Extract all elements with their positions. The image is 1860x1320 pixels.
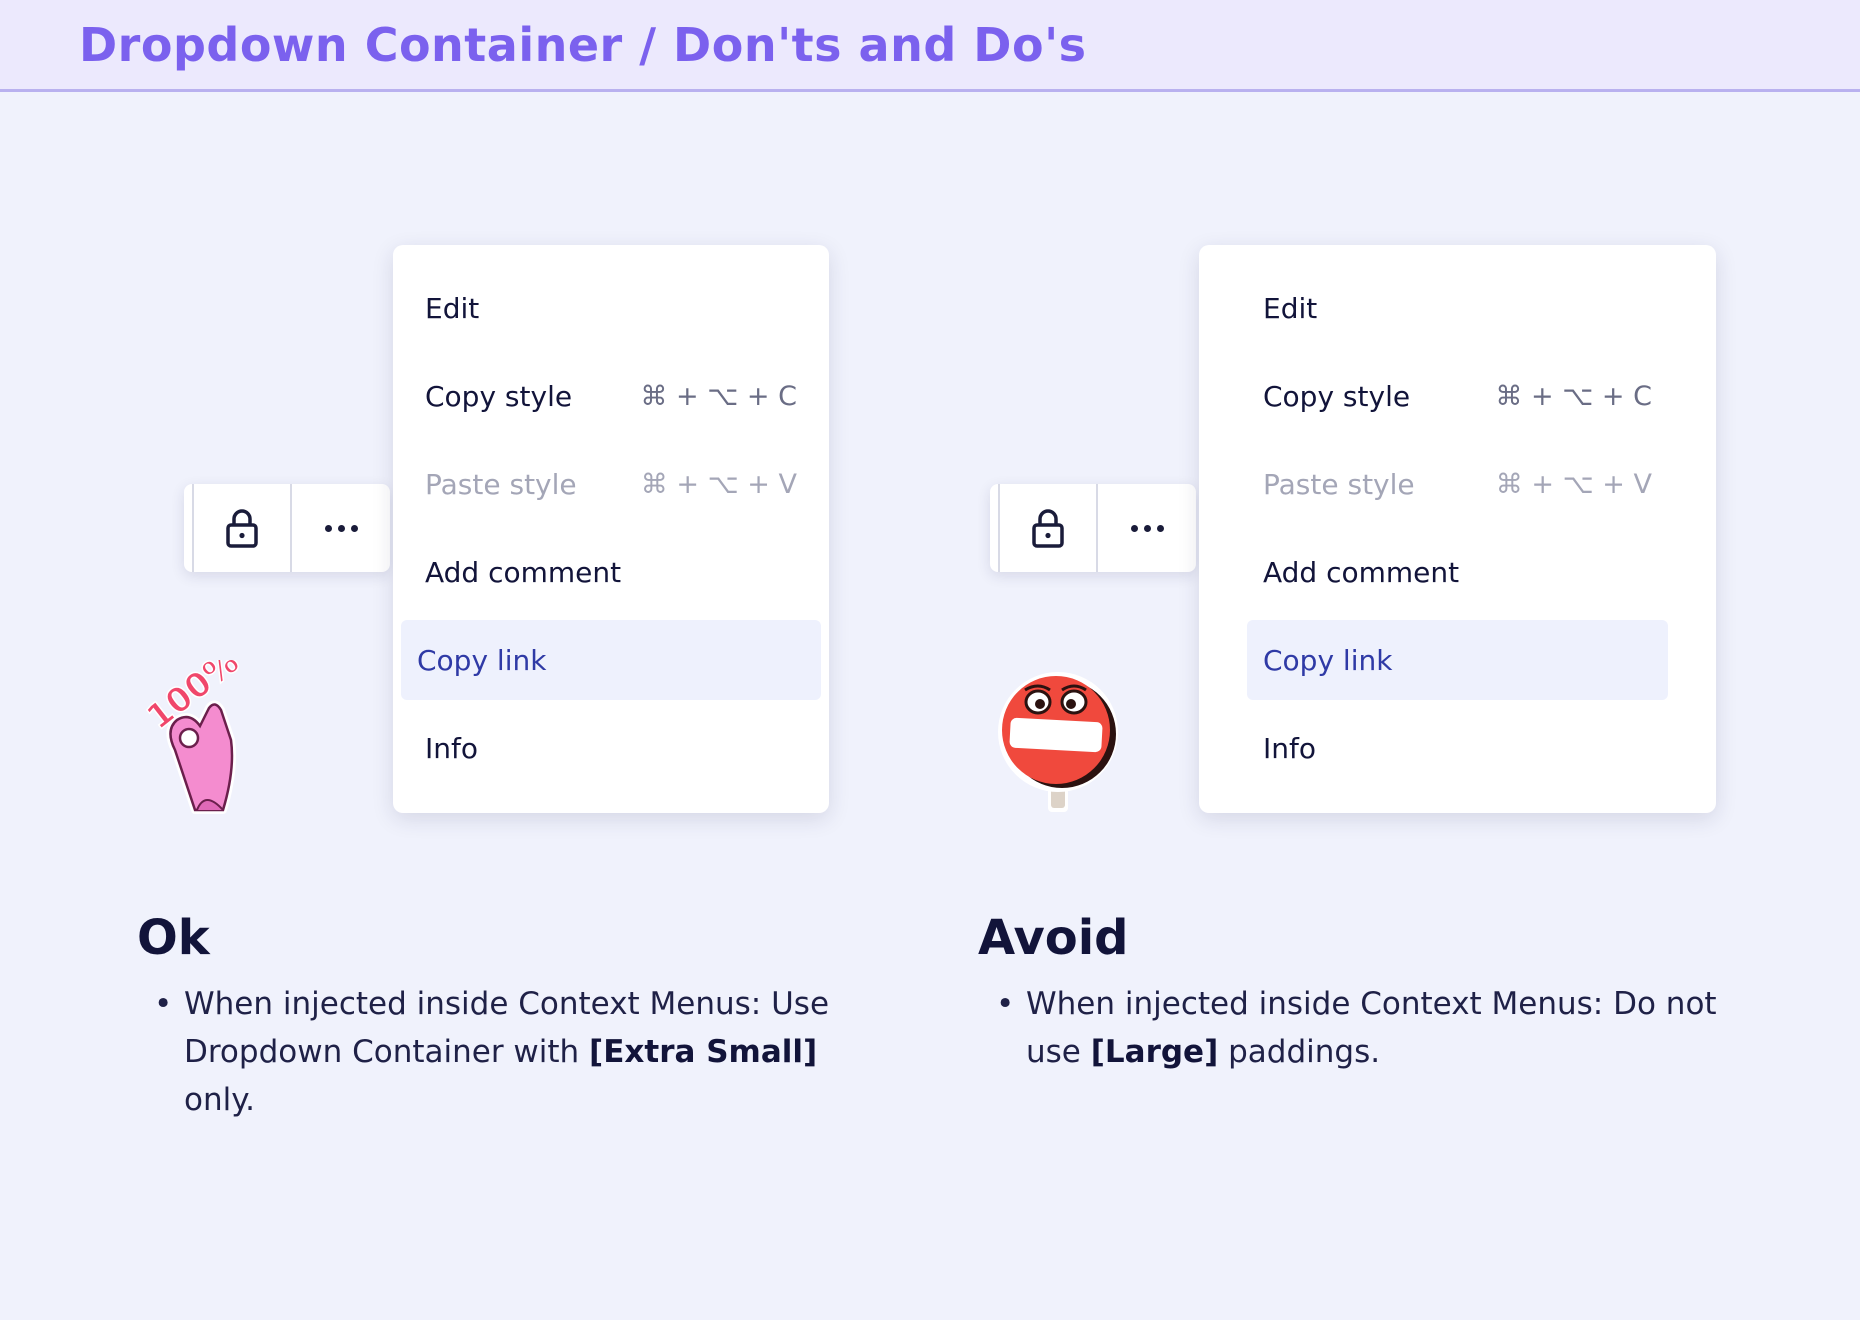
menu-item-label: Edit xyxy=(425,291,480,325)
ok-guideline: • When injected inside Context Menus: Us… xyxy=(154,980,884,1124)
more-horizontal-icon xyxy=(324,524,358,532)
guideline-text-end: only. xyxy=(184,1082,256,1118)
menu-item-add-comment[interactable]: Add comment xyxy=(401,532,821,612)
menu-item-copy-style[interactable]: Copy style ⌘ + ⌥ + C xyxy=(1247,356,1668,436)
menu-item-label: Info xyxy=(1263,731,1316,765)
more-options-button[interactable] xyxy=(292,484,390,572)
object-toolbar xyxy=(990,484,1196,572)
avoid-guideline: • When injected inside Context Menus: Do… xyxy=(996,980,1726,1076)
menu-item-info[interactable]: Info xyxy=(1247,708,1668,788)
menu-item-paste-style[interactable]: Paste style ⌘ + ⌥ + V xyxy=(401,444,821,524)
menu-item-copy-link[interactable]: Copy link xyxy=(1247,620,1668,700)
ok-title: Ok xyxy=(137,910,210,966)
no-entry-sign-sticker xyxy=(998,672,1118,812)
more-options-button[interactable] xyxy=(1098,484,1196,572)
lock-icon xyxy=(1032,509,1064,548)
guideline-text-end: paddings. xyxy=(1218,1034,1381,1070)
menu-item-label: Copy link xyxy=(1263,643,1393,677)
lock-button[interactable] xyxy=(194,484,292,572)
menu-item-label: Paste style xyxy=(425,467,577,501)
guideline-emphasis: [Large] xyxy=(1090,1034,1219,1070)
bullet-dot: • xyxy=(154,986,173,1022)
menu-item-edit[interactable]: Edit xyxy=(401,268,821,348)
bullet-dot: • xyxy=(996,986,1015,1022)
menu-item-label: Info xyxy=(425,731,478,765)
page-header: Dropdown Container / Don'ts and Do's xyxy=(0,0,1860,92)
toolbar-edge xyxy=(184,484,194,572)
lock-button[interactable] xyxy=(1000,484,1098,572)
context-menu-extra-small: Edit Copy style ⌘ + ⌥ + C Paste style ⌘ … xyxy=(393,245,829,813)
lock-icon xyxy=(226,509,258,548)
menu-item-label: Edit xyxy=(1263,291,1318,325)
menu-item-add-comment[interactable]: Add comment xyxy=(1247,532,1668,612)
avoid-title: Avoid xyxy=(978,910,1129,966)
menu-item-label: Add comment xyxy=(1263,555,1460,589)
page-title: Dropdown Container / Don'ts and Do's xyxy=(79,18,1087,72)
object-toolbar xyxy=(184,484,390,572)
shortcut-label: ⌘ + ⌥ + C xyxy=(640,380,797,412)
menu-item-info[interactable]: Info xyxy=(401,708,821,788)
shortcut-label: ⌘ + ⌥ + V xyxy=(640,468,797,500)
menu-item-copy-style[interactable]: Copy style ⌘ + ⌥ + C xyxy=(401,356,821,436)
guideline-emphasis: [Extra Small] xyxy=(589,1034,818,1070)
menu-item-paste-style[interactable]: Paste style ⌘ + ⌥ + V xyxy=(1247,444,1668,524)
shortcut-label: ⌘ + ⌥ + C xyxy=(1495,380,1652,412)
menu-item-label: Copy style xyxy=(1263,379,1411,413)
context-menu-large: Edit Copy style ⌘ + ⌥ + C Paste style ⌘ … xyxy=(1199,245,1716,813)
menu-item-label: Copy link xyxy=(417,643,547,677)
menu-item-copy-link[interactable]: Copy link xyxy=(401,620,821,700)
more-horizontal-icon xyxy=(1130,524,1164,532)
shortcut-label: ⌘ + ⌥ + V xyxy=(1495,468,1652,500)
toolbar-edge xyxy=(990,484,1000,572)
ok-hand-100-sticker: 100% xyxy=(139,660,245,814)
menu-item-label: Copy style xyxy=(425,379,573,413)
menu-item-edit[interactable]: Edit xyxy=(1247,268,1668,348)
menu-item-label: Add comment xyxy=(425,555,622,589)
menu-item-label: Paste style xyxy=(1263,467,1415,501)
